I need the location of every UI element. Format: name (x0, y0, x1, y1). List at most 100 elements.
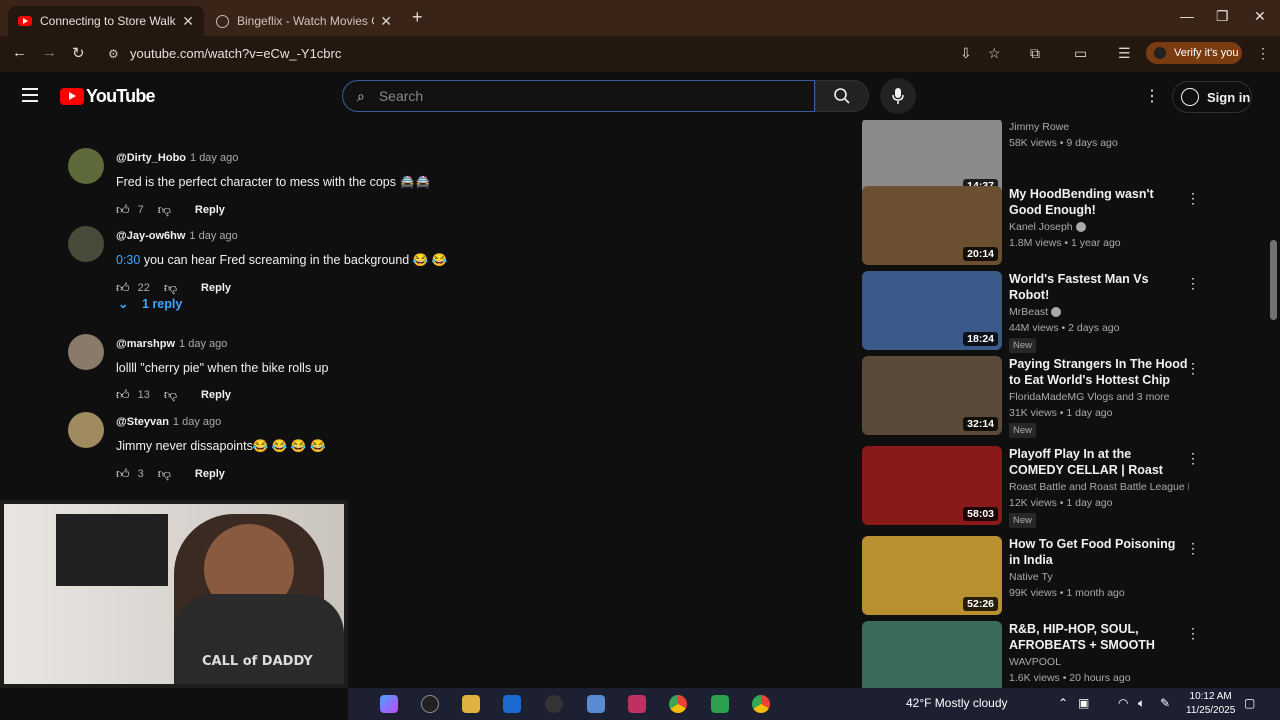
video-more-icon[interactable]: ⋮ (1186, 540, 1200, 557)
comment-time[interactable]: 1 day ago (189, 230, 237, 242)
weather-widget[interactable]: 42°F Mostly cloudy (906, 696, 1008, 710)
video-title[interactable]: How To Get Food Poisoning in India (1009, 536, 1189, 568)
recommended-video[interactable]: 58:03 Playoff Play In at the COMEDY CELL… (862, 446, 1208, 528)
close-tab-icon[interactable]: ✕ (182, 13, 194, 30)
tab-youtube[interactable]: Connecting to Store Walkie Talk ✕ (8, 6, 204, 36)
video-channel[interactable]: Roast Battle and Roast Battle League Ne.… (1009, 481, 1189, 493)
chevron-up-icon[interactable]: ⌃ (1058, 696, 1068, 710)
search-box[interactable]: ⌕ (342, 80, 815, 112)
reply-button[interactable]: Reply (201, 389, 231, 401)
comment-author[interactable]: @Steyvan (116, 416, 169, 428)
video-thumbnail[interactable] (862, 621, 1002, 688)
sign-in-button[interactable]: Sign in (1172, 81, 1252, 113)
like-icon[interactable]: 👍︎ (116, 387, 130, 403)
reload-icon[interactable]: ↻ (72, 44, 85, 62)
recommended-video[interactable]: 32:14 Paying Strangers In The Hood to Ea… (862, 356, 1208, 438)
comment-author[interactable]: @Dirty_Hobo (116, 152, 186, 164)
file-explorer-icon[interactable] (462, 695, 480, 713)
maximize-icon[interactable]: ❐ (1216, 8, 1229, 25)
comment-author[interactable]: @Jay-ow6hw (116, 230, 185, 242)
recommended-video[interactable]: 20:14 My HoodBending wasn't Good Enough!… (862, 186, 1208, 266)
video-thumbnail[interactable]: 52:26 (862, 536, 1002, 615)
new-tab-icon[interactable]: + (412, 7, 423, 28)
video-channel[interactable]: Jimmy Rowe (1009, 121, 1189, 133)
hamburger-menu-icon[interactable] (22, 88, 38, 106)
pen-icon[interactable]: ✎ (1160, 696, 1170, 710)
page-scrollbar[interactable] (1268, 72, 1280, 688)
close-tab-icon[interactable]: ✕ (380, 13, 392, 30)
comment-time[interactable]: 1 day ago (173, 416, 221, 428)
store-icon[interactable] (503, 695, 521, 713)
like-icon[interactable]: 👍︎ (116, 280, 130, 296)
reply-button[interactable]: Reply (195, 204, 225, 216)
view-replies-button[interactable]: ⌄ 1 reply (118, 296, 182, 311)
video-title[interactable]: Paying Strangers In The Hood to Eat Worl… (1009, 356, 1189, 388)
unreal-engine-icon[interactable] (421, 695, 439, 713)
video-more-icon[interactable]: ⋮ (1186, 190, 1200, 207)
avatar[interactable] (68, 412, 104, 448)
video-channel[interactable]: FloridaMadeMG Vlogs and 3 more (1009, 391, 1189, 403)
avatar[interactable] (68, 334, 104, 370)
tab-bingeflix[interactable]: Bingeflix - Watch Movies Online ✕ (206, 6, 402, 36)
video-channel[interactable]: Native Ty (1009, 571, 1189, 583)
video-title[interactable]: R&B, HIP-HOP, SOUL, AFROBEATS + SMOOTH J… (1009, 621, 1189, 653)
comment-author[interactable]: @marshpw (116, 338, 175, 350)
video-thumbnail[interactable]: 18:24 (862, 271, 1002, 350)
video-more-icon[interactable]: ⋮ (1186, 360, 1200, 377)
dislike-icon[interactable]: 👎︎ (164, 387, 177, 403)
browser-menu-icon[interactable]: ⋮ (1256, 45, 1270, 62)
reply-button[interactable]: Reply (201, 282, 231, 294)
back-icon[interactable]: ← (12, 44, 27, 61)
chrome-icon[interactable] (752, 695, 770, 713)
4k-downloader-icon[interactable] (545, 695, 563, 713)
video-title[interactable]: My HoodBending wasn't Good Enough! (1009, 186, 1189, 218)
dislike-icon[interactable]: 👎︎ (158, 202, 171, 218)
video-thumbnail[interactable]: 58:03 (862, 446, 1002, 525)
forward-icon[interactable]: → (42, 44, 57, 61)
reply-button[interactable]: Reply (195, 468, 225, 480)
url-field[interactable]: youtube.com/watch?v=eCw_-Y1cbrc (130, 46, 341, 61)
video-more-icon[interactable]: ⋮ (1186, 625, 1200, 642)
clock[interactable]: 10:12 AM 11/25/2025 (1186, 690, 1235, 718)
settings-app-icon[interactable] (587, 695, 605, 713)
like-icon[interactable]: 👍︎ (116, 466, 130, 482)
dislike-icon[interactable]: 👎︎ (158, 466, 171, 482)
comment-time[interactable]: 1 day ago (179, 338, 227, 350)
video-more-icon[interactable]: ⋮ (1186, 275, 1200, 292)
youtube-logo[interactable]: YouTube (60, 86, 156, 107)
scrollbar-thumb[interactable] (1270, 240, 1277, 320)
verify-button[interactable]: Verify it's you (1146, 42, 1242, 64)
extensions-icon[interactable]: ⧉ (1030, 45, 1040, 62)
settings-more-icon[interactable]: ⋮ (1144, 86, 1160, 106)
dislike-icon[interactable]: 👎︎ (164, 280, 177, 296)
copilot-icon[interactable] (380, 695, 398, 713)
wifi-icon[interactable]: ◠ (1118, 696, 1128, 710)
avatar[interactable] (68, 226, 104, 262)
video-more-icon[interactable]: ⋮ (1186, 450, 1200, 467)
voice-search-button[interactable] (880, 78, 916, 114)
notifications-icon[interactable]: ▢ (1244, 696, 1255, 710)
recommended-video[interactable]: 18:24 World's Fastest Man Vs Robot! MrBe… (862, 271, 1208, 353)
video-channel[interactable]: WAVPOOL (1009, 656, 1189, 668)
minimize-icon[interactable]: — (1180, 8, 1194, 24)
network-icon[interactable]: ▣ (1078, 696, 1089, 710)
chrome-icon[interactable] (669, 695, 687, 713)
video-timestamp-link[interactable]: 0:30 (116, 253, 140, 267)
cast-icon[interactable]: ▭ (1074, 45, 1087, 62)
video-channel[interactable]: MrBeast (1009, 306, 1048, 318)
avatar[interactable] (68, 148, 104, 184)
volume-icon[interactable]: 🔈︎ (1138, 696, 1145, 711)
media-icon[interactable]: ☰ (1118, 45, 1131, 62)
like-icon[interactable]: 👍︎ (116, 202, 130, 218)
site-info-icon[interactable]: ⚙ (108, 47, 119, 61)
install-icon[interactable]: ⇩ (960, 45, 972, 62)
video-channel[interactable]: Kanel Joseph (1009, 221, 1073, 233)
comment-time[interactable]: 1 day ago (190, 152, 238, 164)
figma-icon[interactable] (628, 695, 646, 713)
recommended-video[interactable]: 52:26 How To Get Food Poisoning in India… (862, 536, 1208, 616)
video-title[interactable]: World's Fastest Man Vs Robot! (1009, 271, 1189, 303)
close-window-icon[interactable]: ✕ (1254, 8, 1266, 25)
recommended-video[interactable]: R&B, HIP-HOP, SOUL, AFROBEATS + SMOOTH J… (862, 621, 1208, 688)
video-thumbnail[interactable]: 20:14 (862, 186, 1002, 265)
search-input[interactable] (378, 88, 779, 104)
